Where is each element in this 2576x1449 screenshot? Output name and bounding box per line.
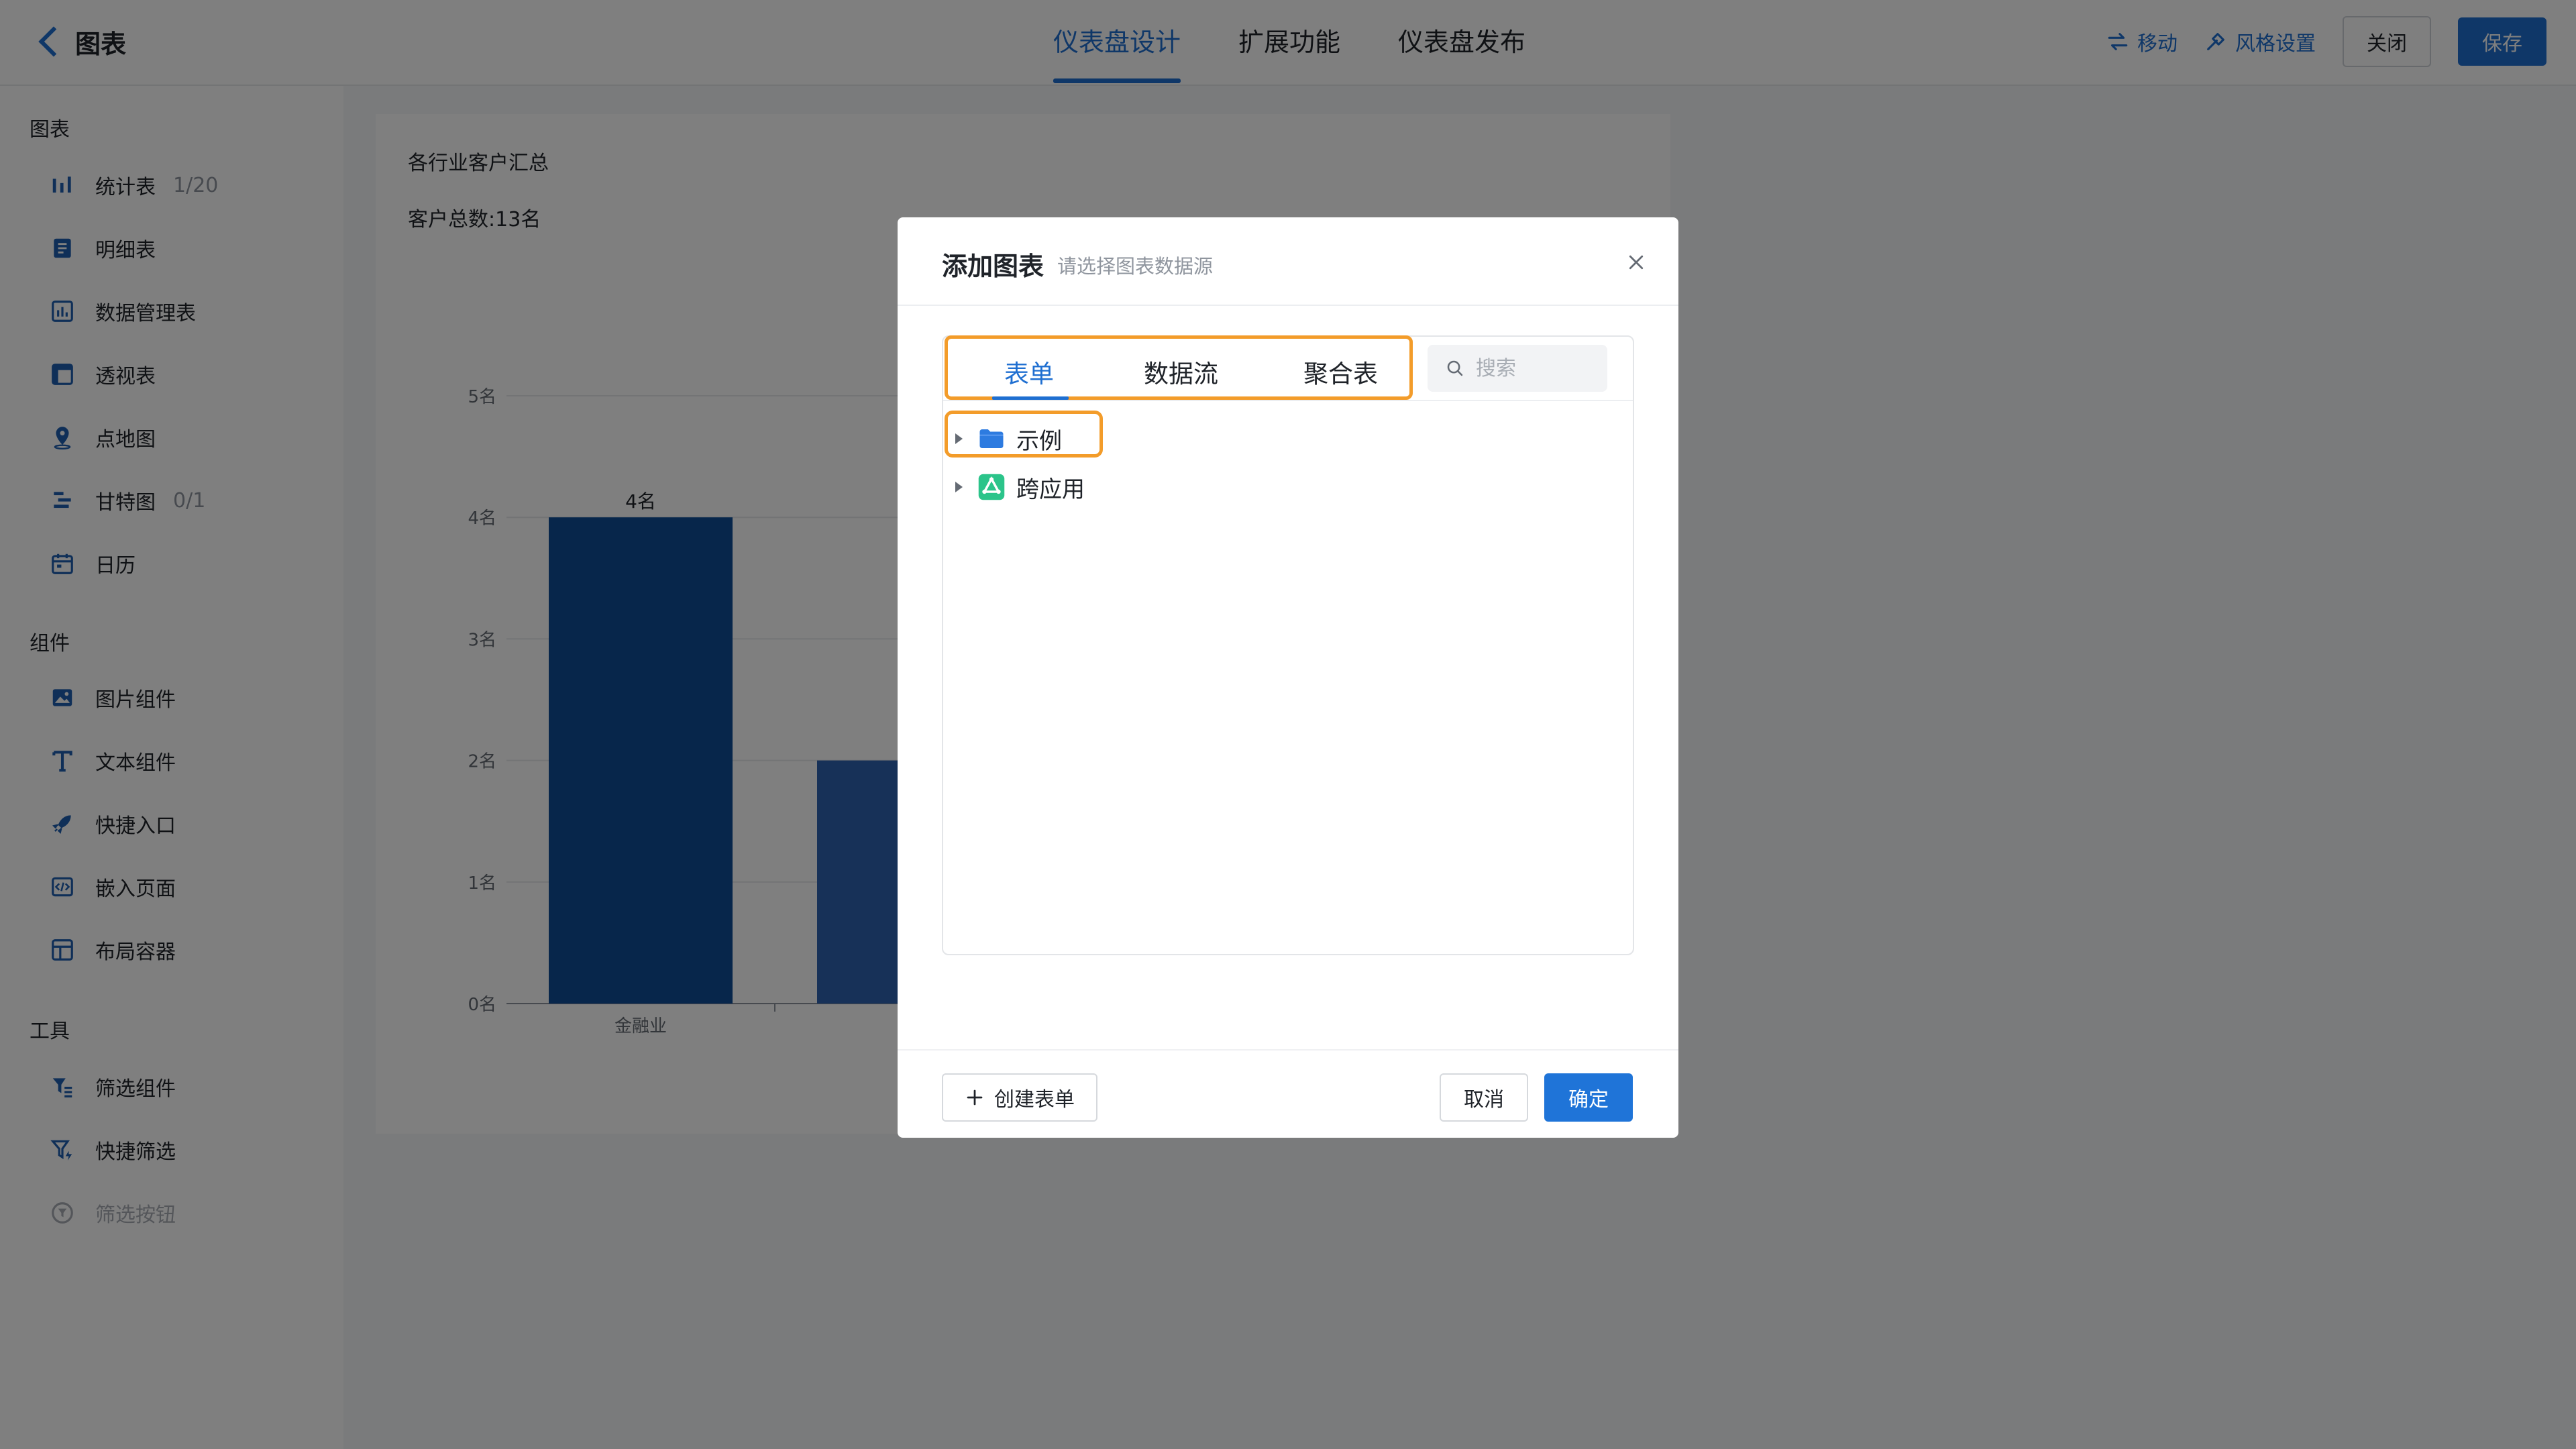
tab-dataflow[interactable]: 数据流 [1144,354,1218,390]
close-icon[interactable] [1626,252,1646,272]
active-tab-indicator [992,396,1069,400]
create-form-label: 创建表单 [994,1088,1075,1112]
dialog-header: 添加图表 请选择图表数据源 [898,217,1678,306]
tab-form[interactable]: 表单 [1004,354,1054,390]
search-box[interactable] [1428,345,1607,392]
datasource-panel: 表单 数据流 聚合表 示例 跨应用 [942,335,1634,955]
dialog-subtitle: 请选择图表数据源 [1057,255,1214,278]
cancel-button[interactable]: 取消 [1440,1073,1528,1122]
cross-app-icon [978,474,1005,500]
add-chart-dialog: 添加图表 请选择图表数据源 表单 数据流 聚合表 示例 跨应用 [898,217,1678,1138]
plus-icon [967,1089,983,1106]
divider [943,400,1633,401]
datasource-tabs-highlight: 表单 数据流 聚合表 [945,335,1413,400]
expand-arrow-icon[interactable] [955,482,963,492]
divider [898,1049,1678,1051]
cross-app-highlight [945,411,1103,458]
create-form-button[interactable]: 创建表单 [942,1073,1097,1122]
confirm-button[interactable]: 确定 [1544,1073,1633,1122]
tree-item-label: 跨应用 [1016,476,1085,503]
dialog-title: 添加图表 [942,252,1044,281]
tree-item-cross-app[interactable]: 跨应用 [955,467,1085,507]
search-icon [1447,360,1463,376]
tab-aggregate-table[interactable]: 聚合表 [1303,354,1378,390]
search-input[interactable] [1474,356,1605,381]
